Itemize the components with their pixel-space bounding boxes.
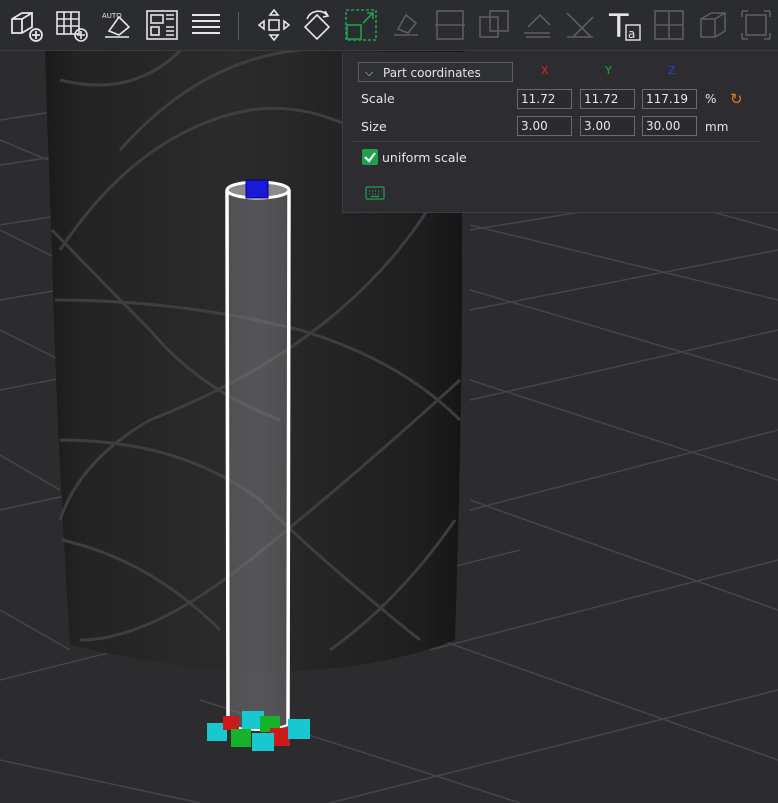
text-icon[interactable]: Ta [606,7,642,43]
panel-divider [351,141,761,142]
scale-z-input[interactable] [642,89,697,109]
cut-icon [432,7,468,43]
scale-label: Scale [361,91,395,106]
add-part-icon[interactable] [8,7,44,43]
assemble-icon [695,7,731,43]
boolean-icon [476,7,512,43]
scale-icon[interactable] [343,7,379,43]
chevron-down-icon: ⌵ [365,66,374,79]
z-scale-handle[interactable] [245,179,269,199]
view-icon [738,7,774,43]
axis-x-label: X [541,64,549,77]
layers-icon[interactable] [188,7,224,43]
reset-icon[interactable]: ↻ [730,90,743,108]
axis-z-label: Z [668,64,676,77]
support-paint-icon [520,7,556,43]
coordinate-mode-dropdown[interactable]: ⌵ Part coordinates [358,62,513,82]
lay-on-face-icon [388,7,424,43]
checkmark-icon [364,152,376,163]
size-unit: mm [705,120,729,134]
arrange-icon[interactable] [144,7,180,43]
selected-pillar[interactable] [225,180,291,731]
axis-y-label: Y [605,64,612,77]
rotate-icon[interactable] [299,7,335,43]
text-tool-sub-glyph: a [628,27,635,41]
size-x-input[interactable] [517,116,572,136]
seam-paint-icon [563,7,599,43]
uniform-scale-checkbox[interactable] [362,149,378,165]
scale-x-input[interactable] [517,89,572,109]
keyboard-icon[interactable] [365,185,385,204]
toolbar-separator [238,12,239,40]
size-z-input[interactable] [642,116,697,136]
top-toolbar: AUTO Ta [0,0,778,51]
add-plate-icon[interactable] [53,7,89,43]
move-icon[interactable] [256,7,292,43]
auto-orient-icon[interactable]: AUTO [99,7,135,43]
coordinate-mode-label: Part coordinates [383,66,481,80]
scale-panel: ⌵ Part coordinates X Y Z Scale % ↻ Size … [342,52,778,213]
size-y-input[interactable] [580,116,635,136]
svg-text:AUTO: AUTO [102,12,122,20]
size-label: Size [361,119,387,134]
scale-unit: % [705,92,717,106]
uniform-scale-label: uniform scale [382,150,467,165]
scale-y-input[interactable] [580,89,635,109]
measure-icon [651,7,687,43]
